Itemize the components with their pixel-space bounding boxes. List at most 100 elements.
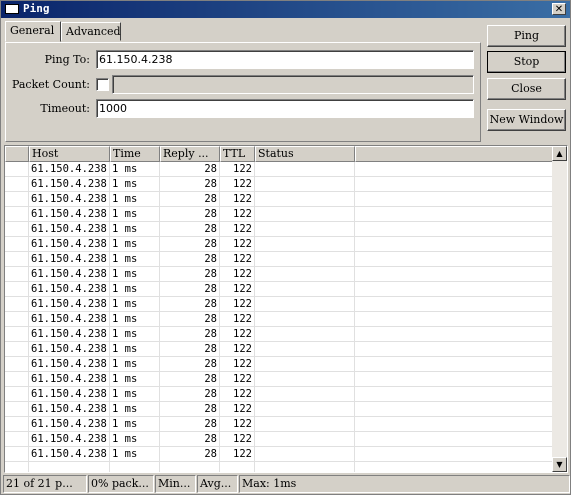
- window-title: Ping: [23, 2, 50, 15]
- table-row[interactable]: 61.150.4.238 1 ms 28 122: [5, 372, 556, 387]
- cell-ttl: 122: [233, 163, 252, 175]
- cell-time: 1 ms: [112, 328, 138, 340]
- table-row[interactable]: 61.150.4.238 1 ms 28 122: [5, 432, 556, 447]
- vertical-scrollbar[interactable]: ▲ ▼: [552, 146, 567, 472]
- header-index[interactable]: [5, 146, 29, 162]
- close-window-button[interactable]: ✕: [552, 3, 566, 15]
- timeout-label: Timeout:: [40, 102, 90, 115]
- scroll-up-arrow-icon[interactable]: ▲: [552, 146, 567, 161]
- cell-status: [255, 372, 354, 387]
- cell-reply-size: 28: [204, 283, 217, 295]
- cell-status: [255, 222, 354, 237]
- cell-status: [255, 312, 354, 327]
- ping-to-label: Ping To:: [44, 53, 90, 66]
- table-row[interactable]: 61.150.4.238 1 ms 28 122: [5, 207, 556, 222]
- cell-ttl: 122: [233, 343, 252, 355]
- cell-host: 61.150.4.238: [31, 388, 107, 400]
- cell-reply-size: 28: [204, 223, 217, 235]
- table-row[interactable]: 61.150.4.238 1 ms 28 122: [5, 357, 556, 372]
- cell-ttl: 122: [233, 193, 252, 205]
- table-row[interactable]: 61.150.4.238 1 ms 28 122: [5, 327, 556, 342]
- cell-status: [255, 162, 354, 177]
- cell-host: 61.150.4.238: [31, 313, 107, 325]
- window-icon: [5, 4, 19, 14]
- cell-time: 1 ms: [112, 448, 138, 460]
- cell-reply-size: 28: [204, 328, 217, 340]
- cell-ttl: 122: [233, 283, 252, 295]
- table-row[interactable]: 61.150.4.238 1 ms 28 122: [5, 192, 556, 207]
- cell-time: 1 ms: [112, 313, 138, 325]
- table-row[interactable]: 61.150.4.238 1 ms 28 122: [5, 447, 556, 462]
- cell-host: 61.150.4.238: [31, 343, 107, 355]
- cell-time: 1 ms: [112, 238, 138, 250]
- table-row[interactable]: 61.150.4.238 1 ms 28 122: [5, 387, 556, 402]
- scroll-down-arrow-icon[interactable]: ▼: [552, 457, 567, 472]
- packet-count-checkbox[interactable]: [96, 78, 109, 91]
- header-time[interactable]: Time: [110, 146, 160, 162]
- cell-status: [255, 207, 354, 222]
- cell-reply-size: 28: [204, 208, 217, 220]
- cell-host: 61.150.4.238: [31, 268, 107, 280]
- cell-host: 61.150.4.238: [31, 283, 107, 295]
- header-host[interactable]: Host: [29, 146, 110, 162]
- status-avg: Avg...: [197, 475, 238, 493]
- cell-host: 61.150.4.238: [31, 358, 107, 370]
- cell-time: 1 ms: [112, 388, 138, 400]
- cell-ttl: 122: [233, 238, 252, 250]
- timeout-input[interactable]: 1000: [96, 99, 474, 118]
- cell-reply-size: 28: [204, 193, 217, 205]
- cell-reply-size: 28: [204, 253, 217, 265]
- cell-host: 61.150.4.238: [31, 223, 107, 235]
- table-row[interactable]: 61.150.4.238 1 ms 28 122: [5, 342, 556, 357]
- cell-time: 1 ms: [112, 283, 138, 295]
- ping-button[interactable]: Ping: [487, 25, 566, 47]
- cell-ttl: 122: [233, 373, 252, 385]
- cell-time: 1 ms: [112, 223, 138, 235]
- cell-host: 61.150.4.238: [31, 178, 107, 190]
- table-row[interactable]: 61.150.4.238 1 ms 28 122: [5, 222, 556, 237]
- cell-status: [255, 447, 354, 462]
- ping-window: Ping ✕ General Advanced Ping To: 61.150.…: [0, 0, 571, 495]
- cell-time: 1 ms: [112, 253, 138, 265]
- table-row[interactable]: 61.150.4.238 1 ms 28 122: [5, 177, 556, 192]
- status-max: Max: 1ms: [239, 475, 570, 493]
- cell-ttl: 122: [233, 403, 252, 415]
- tab-advanced[interactable]: Advanced: [61, 22, 121, 41]
- ping-to-input[interactable]: 61.150.4.238: [96, 50, 474, 69]
- cell-status: [255, 267, 354, 282]
- table-row[interactable]: 61.150.4.238 1 ms 28 122: [5, 237, 556, 252]
- packet-count-input[interactable]: [112, 75, 474, 94]
- cell-reply-size: 28: [204, 313, 217, 325]
- table-row[interactable]: 61.150.4.238 1 ms 28 122: [5, 417, 556, 432]
- cell-reply-size: 28: [204, 433, 217, 445]
- cell-ttl: 122: [233, 268, 252, 280]
- cell-ttl: 122: [233, 418, 252, 430]
- cell-host: 61.150.4.238: [31, 238, 107, 250]
- table-row[interactable]: 61.150.4.238 1 ms 28 122: [5, 297, 556, 312]
- cell-time: 1 ms: [112, 298, 138, 310]
- table-row[interactable]: 61.150.4.238 1 ms 28 122: [5, 312, 556, 327]
- stop-button[interactable]: Stop: [487, 51, 566, 73]
- tab-general[interactable]: General: [5, 21, 61, 42]
- table-row[interactable]: 61.150.4.238 1 ms 28 122: [5, 252, 556, 267]
- header-ttl[interactable]: TTL: [220, 146, 255, 162]
- table-row[interactable]: 61.150.4.238 1 ms 28 122: [5, 402, 556, 417]
- status-count: 21 of 21 p...: [3, 475, 87, 493]
- title-bar[interactable]: Ping ✕: [1, 1, 570, 18]
- table-row[interactable]: 61.150.4.238 1 ms 28 122: [5, 162, 556, 177]
- cell-host: 61.150.4.238: [31, 298, 107, 310]
- cell-reply-size: 28: [204, 358, 217, 370]
- new-window-button[interactable]: New Window: [487, 109, 566, 131]
- close-button[interactable]: Close: [487, 78, 566, 100]
- cell-reply-size: 28: [204, 298, 217, 310]
- cell-reply-size: 28: [204, 418, 217, 430]
- cell-ttl: 122: [233, 253, 252, 265]
- table-row[interactable]: 61.150.4.238 1 ms 28 122: [5, 267, 556, 282]
- cell-reply-size: 28: [204, 238, 217, 250]
- cell-status: [255, 417, 354, 432]
- cell-host: 61.150.4.238: [31, 418, 107, 430]
- packet-count-label: Packet Count:: [11, 78, 90, 91]
- table-row[interactable]: 61.150.4.238 1 ms 28 122: [5, 282, 556, 297]
- header-reply-size[interactable]: Reply ...: [160, 146, 220, 162]
- header-status[interactable]: Status: [255, 146, 355, 162]
